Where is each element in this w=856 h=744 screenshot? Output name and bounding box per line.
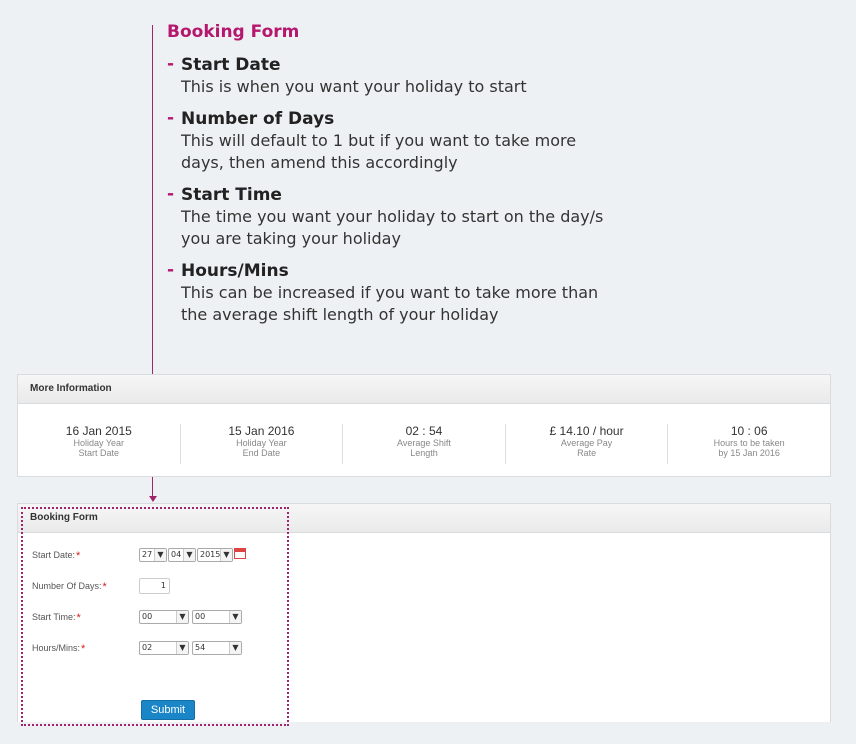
info-value: £ 14.10 / hour bbox=[549, 424, 624, 438]
info-value: 02 : 54 bbox=[405, 424, 443, 438]
help-text: This is when you want your holiday to st… bbox=[181, 77, 527, 96]
info-holiday-year-start: 16 Jan 2015 Holiday Year Start Date bbox=[18, 424, 181, 464]
help-title: Booking Form bbox=[167, 22, 300, 42]
help-heading: Start Date bbox=[181, 55, 281, 75]
help-text: The time you want your holiday to start … bbox=[181, 207, 604, 248]
help-item-start-time: - Start Time The time you want your holi… bbox=[167, 184, 767, 250]
panel-title: More Information bbox=[18, 375, 830, 404]
help-text: This can be increased if you want to tak… bbox=[181, 283, 599, 324]
annotation-arrow-icon bbox=[149, 496, 157, 502]
help-item-number-of-days: - Number of Days This will default to 1 … bbox=[167, 108, 767, 174]
info-average-shift: 02 : 54 Average Shift Length bbox=[343, 424, 506, 464]
info-hours-to-be-taken: 10 : 06 Hours to be taken by 15 Jan 2016 bbox=[668, 424, 830, 464]
info-label: Average Shift bbox=[397, 438, 451, 448]
info-label: Start Date bbox=[78, 448, 120, 458]
info-value: 10 : 06 bbox=[730, 424, 768, 438]
info-value: 16 Jan 2015 bbox=[65, 424, 132, 438]
info-label: by 15 Jan 2016 bbox=[718, 448, 780, 458]
more-information-panel: More Information 16 Jan 2015 Holiday Yea… bbox=[17, 374, 831, 477]
help-heading: Hours/Mins bbox=[181, 261, 289, 281]
highlight-box bbox=[21, 507, 289, 726]
help-item-start-date: - Start Date This is when you want your … bbox=[167, 54, 767, 98]
info-value: 15 Jan 2016 bbox=[228, 424, 295, 438]
help-heading: Number of Days bbox=[181, 109, 335, 129]
info-label: Average Pay bbox=[560, 438, 613, 448]
info-label: Rate bbox=[577, 448, 597, 458]
info-label: End Date bbox=[242, 448, 281, 458]
info-label: Holiday Year bbox=[236, 438, 287, 448]
info-label: Holiday Year bbox=[73, 438, 125, 448]
help-heading: Start Time bbox=[181, 185, 282, 205]
help-item-hours-mins: - Hours/Mins This can be increased if yo… bbox=[167, 260, 767, 326]
info-holiday-year-end: 15 Jan 2016 Holiday Year End Date bbox=[181, 424, 344, 464]
help-text: This will default to 1 but if you want t… bbox=[181, 131, 577, 172]
info-average-pay: £ 14.10 / hour Average Pay Rate bbox=[506, 424, 669, 464]
info-label: Length bbox=[410, 448, 438, 458]
info-label: Hours to be taken bbox=[713, 438, 785, 448]
help-annotation: Booking Form - Start Date This is when y… bbox=[167, 22, 767, 336]
